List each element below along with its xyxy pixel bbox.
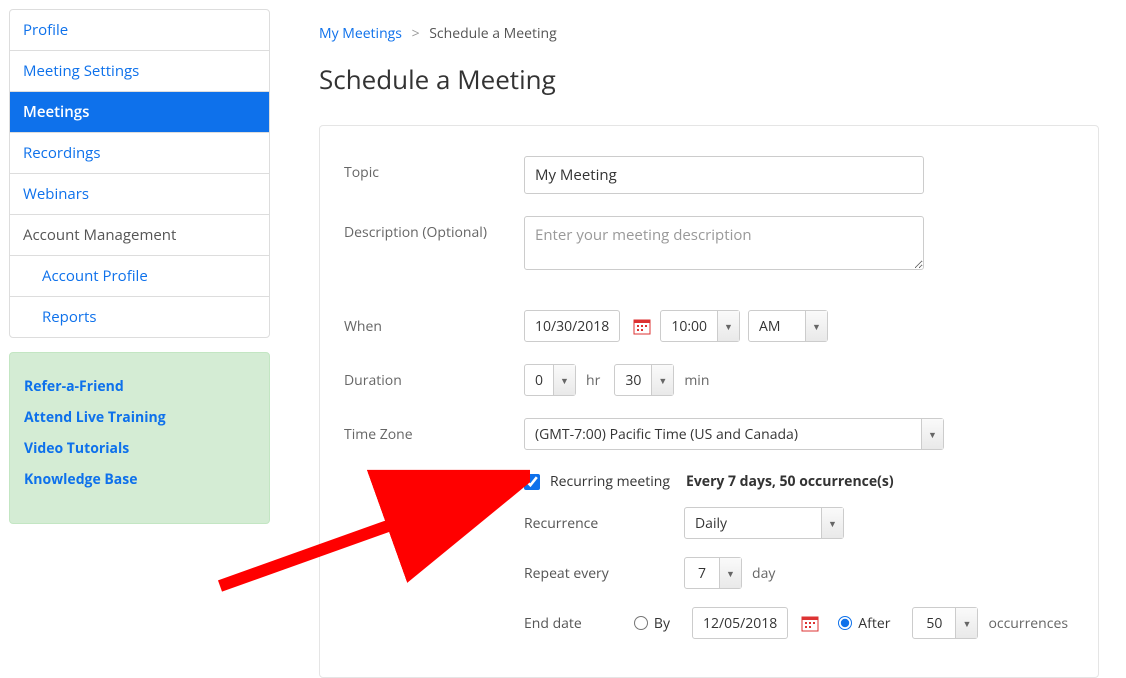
help-link-tutorials[interactable]: Video Tutorials [24,433,255,464]
nav-list: Profile Meeting Settings Meetings Record… [9,9,270,338]
end-after-radio[interactable] [838,616,852,630]
sidebar-item-account-profile[interactable]: Account Profile [10,256,269,297]
when-time-select[interactable]: 10:00 ▼ [660,310,740,342]
help-box: Refer-a-Friend Attend Live Training Vide… [9,352,270,524]
page-title: Schedule a Meeting [319,61,1126,97]
timezone-select[interactable]: (GMT-7:00) Pacific Time (US and Canada) … [524,418,944,450]
chevron-down-icon: ▼ [553,365,575,395]
sidebar-item-reports[interactable]: Reports [10,297,269,337]
breadcrumb-parent[interactable]: My Meetings [319,24,402,43]
sidebar-section-account-management: Account Management [10,215,269,256]
min-unit-label: min [684,371,709,390]
form-card: Topic Description (Optional) When 10/30/… [319,125,1099,678]
sidebar-item-recordings[interactable]: Recordings [10,133,269,174]
recurring-summary: Every 7 days, 50 occurrence(s) [686,472,894,491]
breadcrumb-separator: > [412,24,420,43]
breadcrumb-current: Schedule a Meeting [429,24,556,43]
breadcrumb: My Meetings > Schedule a Meeting [319,24,1126,43]
when-date-input[interactable]: 10/30/2018 [524,310,620,342]
topic-label: Topic [344,156,524,182]
help-link-training[interactable]: Attend Live Training [24,402,255,433]
sidebar-item-webinars[interactable]: Webinars [10,174,269,215]
repeat-unit-label: day [752,564,775,583]
end-by-label: By [654,614,670,633]
repeat-value-select[interactable]: 7 ▼ [684,557,742,589]
topic-input[interactable] [524,156,924,194]
chevron-down-icon: ▼ [921,419,943,449]
sidebar-item-profile[interactable]: Profile [10,10,269,51]
end-by-radio[interactable] [634,616,648,630]
sidebar: Profile Meeting Settings Meetings Record… [0,0,279,678]
sidebar-item-meeting-settings[interactable]: Meeting Settings [10,51,269,92]
chevron-down-icon: ▼ [805,311,827,341]
chevron-down-icon: ▼ [821,508,843,538]
recurrence-select[interactable]: Daily ▼ [684,507,844,539]
recurring-checkbox[interactable] [524,474,540,490]
when-ampm-select[interactable]: AM ▼ [748,310,828,342]
duration-label: Duration [344,364,524,390]
sidebar-item-meetings[interactable]: Meetings [10,92,269,133]
chevron-down-icon: ▼ [651,365,673,395]
when-label: When [344,310,524,336]
recurrence-label: Recurrence [524,514,684,533]
hr-unit-label: hr [586,371,600,390]
help-link-kb[interactable]: Knowledge Base [24,464,255,495]
recurrence-block: Recurrence Daily ▼ Repeat every 7 ▼ [524,507,1074,639]
end-by-date-input[interactable]: 12/05/2018 [692,607,788,639]
chevron-down-icon: ▼ [955,608,977,638]
chevron-down-icon: ▼ [717,311,739,341]
duration-min-select[interactable]: 30 ▼ [614,364,674,396]
calendar-icon[interactable] [632,316,652,336]
end-after-value-select[interactable]: 50 ▼ [912,607,978,639]
chevron-down-icon: ▼ [719,558,741,588]
calendar-icon[interactable] [800,613,820,633]
help-link-refer[interactable]: Refer-a-Friend [24,371,255,402]
repeat-label: Repeat every [524,564,684,583]
main-content: My Meetings > Schedule a Meeting Schedul… [279,0,1126,678]
timezone-label: Time Zone [344,418,524,444]
duration-hr-select[interactable]: 0 ▼ [524,364,576,396]
end-date-label: End date [524,614,634,633]
occurrences-unit-label: occurrences [988,614,1068,633]
description-label: Description (Optional) [344,216,524,242]
recurring-label: Recurring meeting [550,472,670,491]
end-after-label: After [858,614,890,633]
description-input[interactable] [524,216,924,270]
